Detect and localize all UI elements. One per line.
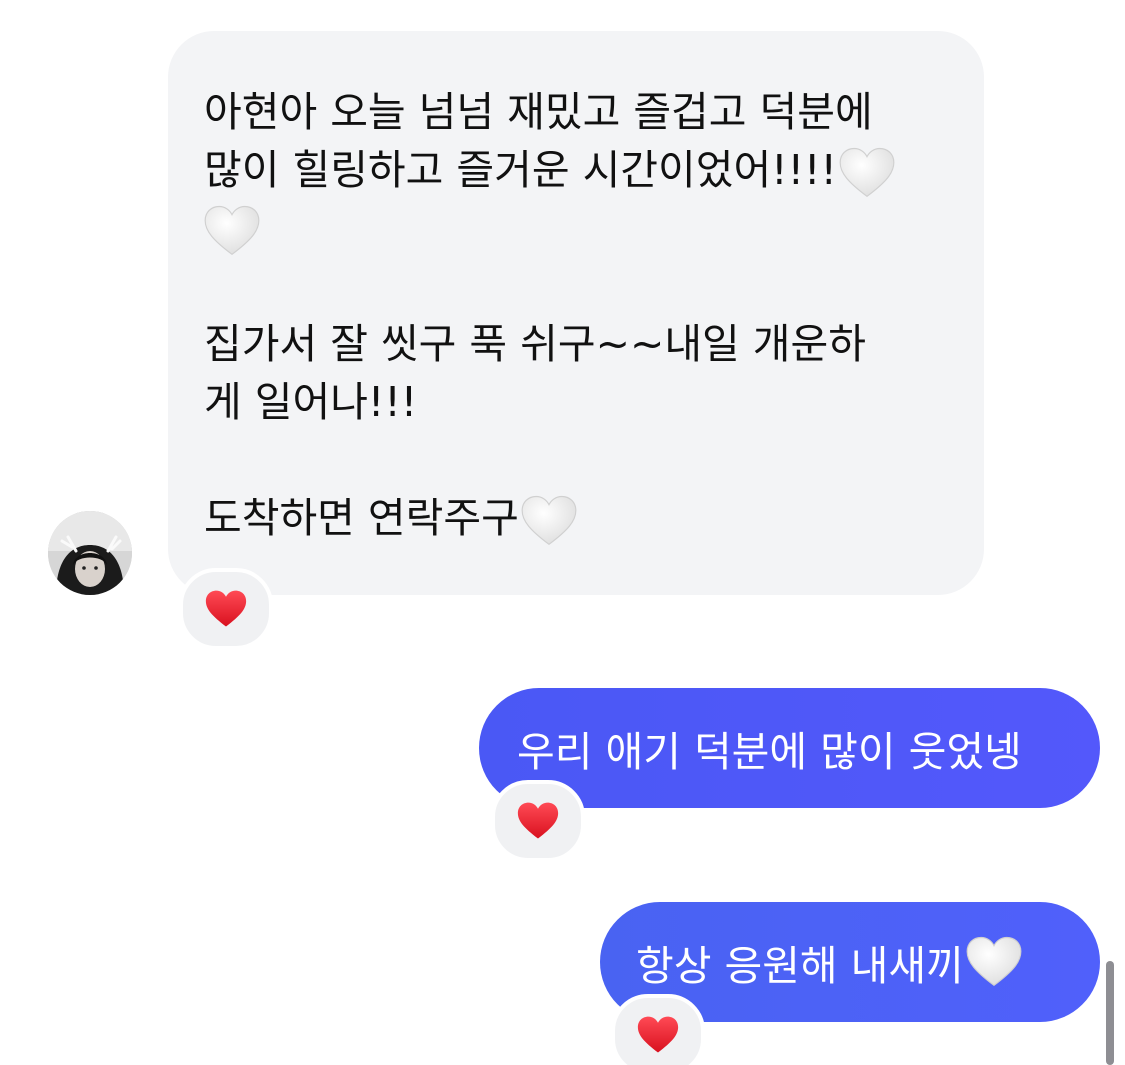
- white-heart-icon: [966, 936, 1022, 988]
- white-heart-icon: [521, 495, 577, 547]
- avatar-photo: [48, 511, 132, 595]
- red-heart-icon: [517, 801, 559, 841]
- red-heart-icon: [205, 589, 247, 629]
- message-line: 도착하면 연락주구: [204, 489, 952, 547]
- incoming-message-bubble[interactable]: 아현아 오늘 넘넘 재밌고 즐겁고 덕분에 많이 힐링하고 즐거운 시간이었어!…: [168, 31, 984, 595]
- chat-thread: 아현아 오늘 넘넘 재밌고 즐겁고 덕분에 많이 힐링하고 즐거운 시간이었어!…: [0, 0, 1125, 1065]
- message-line: 게 일어나!!!: [204, 378, 418, 426]
- message-line: 아현아 오늘 넘넘 재밌고 즐겁고 덕분에: [204, 88, 873, 136]
- heart-reaction[interactable]: [491, 780, 585, 862]
- red-heart-icon: [637, 1015, 679, 1055]
- heart-reaction[interactable]: [611, 994, 705, 1065]
- white-heart-icon: [839, 147, 895, 199]
- scrollbar[interactable]: [1106, 961, 1114, 1065]
- message-line: 많이 힐링하고 즐거운 시간이었어!!!!: [204, 141, 952, 199]
- message-line: [204, 199, 952, 257]
- sender-avatar[interactable]: [48, 511, 132, 595]
- message-line: 집가서 잘 씻구 푹 쉬구~~내일 개운하: [204, 320, 866, 368]
- line-break: [204, 431, 952, 489]
- message-text: 우리 애기 덕분에 많이 웃었넹: [517, 728, 1022, 776]
- line-break: [204, 257, 952, 315]
- white-heart-icon: [204, 205, 260, 257]
- heart-reaction[interactable]: [179, 568, 273, 650]
- message-text: 항상 응원해 내새끼: [636, 942, 964, 990]
